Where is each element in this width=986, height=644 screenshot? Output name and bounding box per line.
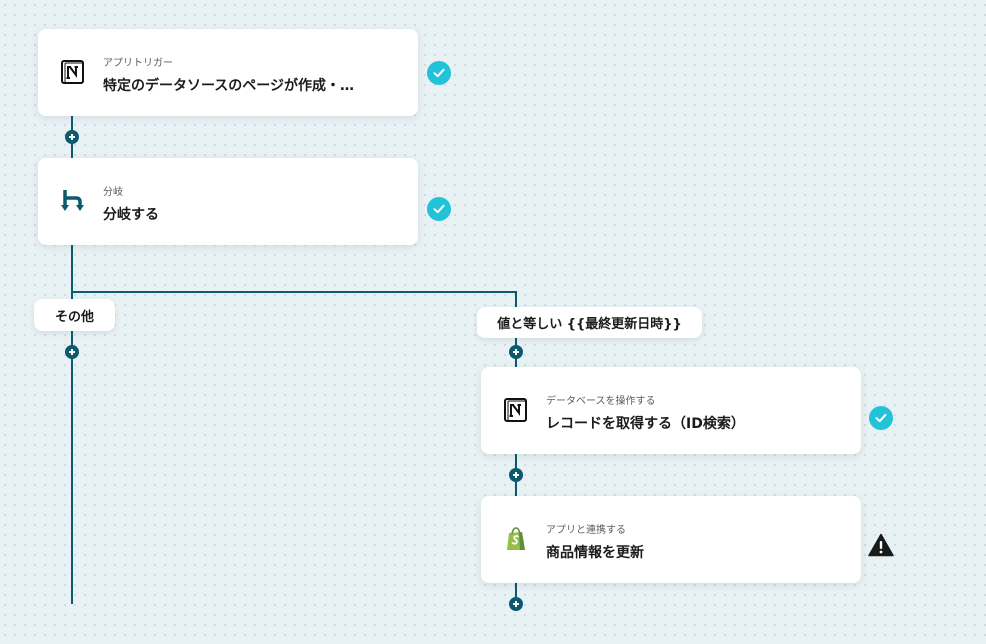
step-card-branch[interactable]: 分岐 分岐する xyxy=(38,158,418,245)
step-title: 分岐する xyxy=(103,207,159,223)
step-card-get-record[interactable]: データベースを操作する レコードを取得する（ID検索） xyxy=(481,367,861,454)
step-title: 商品情報を更新 xyxy=(546,545,644,561)
add-step-button[interactable] xyxy=(509,345,523,359)
add-step-button[interactable] xyxy=(65,345,79,359)
notion-icon xyxy=(503,397,529,423)
connector-line-branch-horizontal xyxy=(71,291,517,293)
step-subtitle: 分岐 xyxy=(103,187,123,198)
add-step-button[interactable] xyxy=(65,130,79,144)
add-step-button[interactable] xyxy=(509,597,523,611)
shopify-icon xyxy=(503,526,529,552)
branch-label-condition[interactable]: 値と等しい {{最終更新日時}} xyxy=(477,307,702,338)
check-icon xyxy=(427,197,451,221)
check-icon xyxy=(427,61,451,85)
notion-icon xyxy=(60,59,86,85)
check-icon xyxy=(869,406,893,430)
warning-icon xyxy=(868,533,894,557)
branch-icon xyxy=(60,188,86,214)
step-subtitle: アプリと連携する xyxy=(546,525,626,536)
step-title: レコードを取得する（ID検索） xyxy=(546,416,745,432)
step-card-update-product[interactable]: アプリと連携する 商品情報を更新 xyxy=(481,496,861,583)
step-title: 特定のデータソースのページが作成・… xyxy=(103,78,355,94)
add-step-button[interactable] xyxy=(509,468,523,482)
step-subtitle: アプリトリガー xyxy=(103,58,173,69)
step-subtitle: データベースを操作する xyxy=(546,396,656,407)
branch-label-other[interactable]: その他 xyxy=(34,299,115,331)
step-card-trigger[interactable]: アプリトリガー 特定のデータソースのページが作成・… xyxy=(38,29,418,116)
